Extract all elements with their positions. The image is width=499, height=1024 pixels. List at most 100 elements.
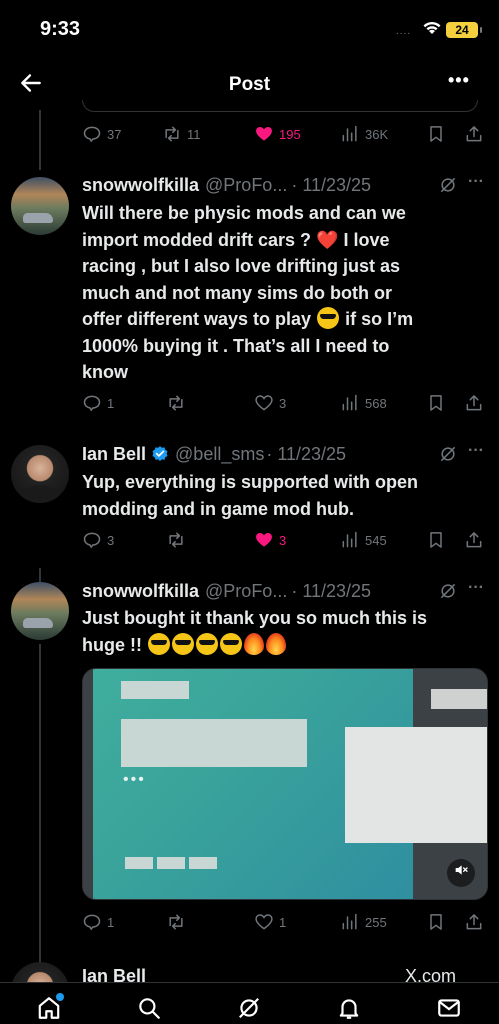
views-button[interactable]: 36K: [340, 122, 388, 146]
tab-grok[interactable]: [236, 995, 262, 1021]
view-count: 36K: [365, 126, 389, 142]
tab-search[interactable]: [136, 995, 162, 1021]
post-line: Will there be physic mods and can we: [82, 203, 406, 223]
fire-emoji: [244, 632, 265, 655]
author-handle: @bell_sms: [175, 443, 265, 464]
reply-button[interactable]: 3: [82, 528, 114, 552]
views-button[interactable]: 545: [340, 528, 387, 552]
mail-icon: [438, 999, 460, 1017]
post-line: Just bought it thank you so much this is: [82, 608, 428, 628]
repost-button[interactable]: [166, 910, 186, 934]
post-line: racing , but I also love drifting just a…: [82, 256, 401, 276]
share-button[interactable]: [464, 391, 484, 415]
bookmark-icon: [430, 395, 442, 411]
heart-icon: [256, 127, 272, 141]
grok-icon[interactable]: [438, 175, 458, 195]
grok-icon[interactable]: [438, 581, 458, 601]
attached-video[interactable]: •••: [82, 668, 488, 900]
like-button[interactable]: 195: [254, 122, 301, 146]
bookmark-icon: [430, 126, 442, 142]
more-options-button[interactable]: •••: [448, 70, 470, 91]
post-actions: 1 1 255: [82, 910, 482, 934]
like-button[interactable]: 3: [254, 528, 286, 552]
views-button[interactable]: 255: [340, 910, 387, 934]
bookmark-icon: [430, 914, 442, 930]
view-count: 255: [365, 914, 387, 930]
author-name[interactable]: snowwolfkilla: [82, 175, 199, 196]
notification-dot: [56, 993, 64, 1001]
like-count: 3: [279, 532, 287, 548]
post-text: Just bought it thank you so much this is…: [82, 605, 482, 658]
post-more-button[interactable]: ···: [468, 579, 484, 597]
thread-line: [39, 110, 41, 170]
views-button[interactable]: 568: [340, 391, 387, 415]
page-title: Post: [228, 74, 271, 95]
heart-icon: [255, 914, 273, 930]
reply-button[interactable]: 1: [82, 910, 114, 934]
wifi-icon: [423, 21, 441, 34]
author-name[interactable]: Ian Bell: [82, 444, 146, 465]
reply-icon: [83, 532, 101, 549]
tab-home[interactable]: [36, 993, 64, 1021]
repost-button[interactable]: 11: [162, 122, 201, 146]
avatar[interactable]: [11, 445, 69, 503]
reply-count: 3: [107, 532, 115, 548]
sunglasses-emoji: [172, 632, 195, 655]
share-icon: [466, 532, 482, 548]
post-actions: 3 3 545: [82, 528, 482, 552]
repost-button[interactable]: [166, 391, 186, 415]
repost-button[interactable]: [166, 528, 186, 552]
share-icon: [466, 395, 482, 411]
bookmark-button[interactable]: [426, 122, 446, 146]
status-bar: 9:33 .... 24: [0, 0, 499, 60]
reply-button[interactable]: 1: [82, 391, 114, 415]
sunglasses-emoji: [148, 632, 171, 655]
avatar[interactable]: [11, 177, 69, 235]
reply-icon: [83, 395, 101, 412]
post-more-button[interactable]: ···: [468, 442, 484, 460]
views-icon: [342, 394, 357, 411]
post-line: much and not many sims do both or: [82, 282, 393, 303]
post-line: offer different ways to play if so I’m: [82, 307, 414, 329]
post-header-row: Ian Bell @bell_sms · 11/23/25 ···: [82, 442, 486, 466]
share-button[interactable]: [464, 122, 484, 146]
bookmark-button[interactable]: [426, 910, 446, 934]
post-header-row: snowwolfkilla @ProFo... · 11/23/25 ···: [82, 173, 486, 197]
verified-badge-icon: [152, 446, 168, 461]
post-line: 1000% buying it . That’s all I need to: [82, 335, 390, 356]
repost-icon: [165, 126, 179, 142]
like-count: 3: [279, 395, 287, 411]
share-icon: [466, 126, 482, 142]
post-more-button[interactable]: ···: [468, 173, 484, 191]
bookmark-button[interactable]: [426, 528, 446, 552]
grok-icon[interactable]: [438, 444, 458, 464]
like-button[interactable]: 1: [254, 910, 286, 934]
like-button[interactable]: 3: [254, 391, 286, 415]
share-button[interactable]: [464, 528, 484, 552]
mute-toggle-button[interactable]: [447, 859, 475, 887]
view-count: 568: [365, 395, 387, 411]
fire-emoji: [266, 632, 287, 655]
repost-icon: [169, 532, 183, 548]
tab-notifications[interactable]: [336, 995, 362, 1021]
avatar[interactable]: [11, 582, 69, 640]
post-date: · 11/23/25: [291, 174, 372, 195]
share-icon: [466, 914, 482, 930]
tab-messages[interactable]: [436, 995, 462, 1021]
bookmark-button[interactable]: [426, 391, 446, 415]
grok-icon: [239, 998, 259, 1018]
share-button[interactable]: [464, 910, 484, 934]
thread-line: [39, 644, 41, 964]
red-heart-emoji: ❤️: [316, 229, 339, 250]
reply-count: 1: [107, 914, 115, 930]
view-count: 545: [365, 532, 387, 548]
post-header-row: snowwolfkilla @ProFo... · 11/23/25 ···: [82, 579, 486, 603]
signal-indicator: ....: [396, 26, 412, 37]
author-name[interactable]: snowwolfkilla: [82, 581, 199, 602]
post-date: · 11/23/25: [266, 443, 347, 464]
bookmark-icon: [430, 532, 442, 548]
post-line: know: [82, 362, 129, 382]
reply-button[interactable]: 37: [82, 122, 121, 146]
reply-icon: [83, 914, 101, 931]
post-actions: 1 3 568: [82, 391, 482, 415]
